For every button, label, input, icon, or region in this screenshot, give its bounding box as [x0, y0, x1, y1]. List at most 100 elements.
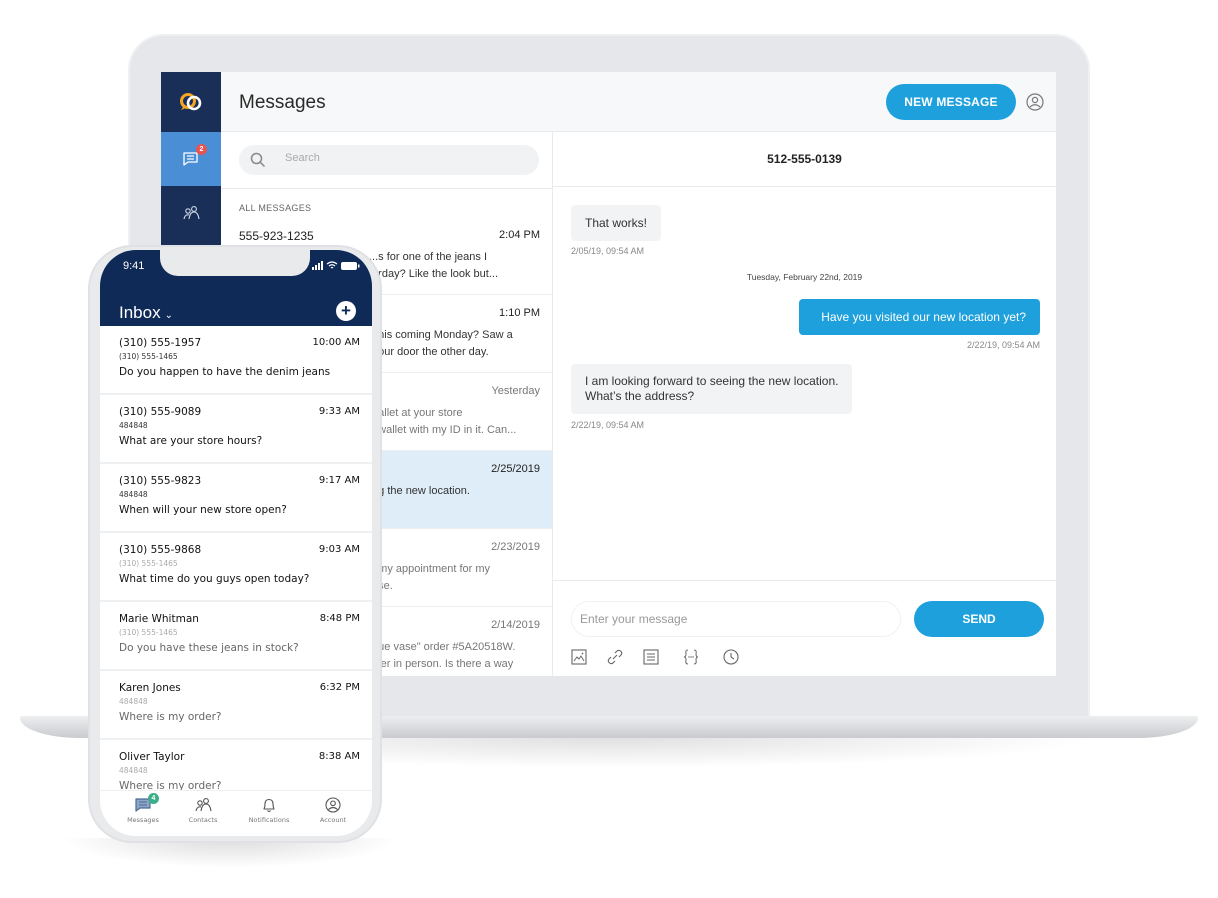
mobile-conversation-item[interactable]: Marie Whitman 8:48 PM (310) 555-1465 Do … [100, 602, 372, 671]
conversation-subline: 484848 [119, 421, 148, 430]
message-timestamp: 2/05/19, 09:54 AM [571, 246, 645, 256]
tab-messages[interactable]: 4 Messages [113, 793, 173, 833]
tab-label: Account [319, 816, 347, 824]
preview-line: ...ler in person. Is there a way [369, 658, 514, 670]
mobile-conversation-item[interactable]: (310) 555-1957 10:00 AM (310) 555-1465 D… [100, 326, 372, 395]
sidebar-item-contacts[interactable] [161, 186, 221, 240]
conversation-name: Marie Whitman [119, 613, 199, 625]
search-icon [250, 152, 266, 168]
link-icon[interactable] [606, 648, 624, 666]
preview-line: ...my appointment for my [369, 563, 491, 575]
preview-line: ...s for one of the jeans I [369, 251, 488, 263]
preview-line: ...ue vase" order #5A20518W. [369, 641, 516, 653]
conversation-time: Yesterday [491, 385, 540, 397]
message-timestamp: 2/22/19, 09:54 AM [966, 340, 1040, 350]
image-icon[interactable] [570, 648, 588, 666]
mobile-tab-bar: 4 Messages Contacts Notifications Accoun… [100, 790, 372, 836]
search-bar[interactable] [239, 145, 539, 175]
account-icon[interactable] [1026, 93, 1044, 111]
bell-icon [263, 798, 275, 813]
conversation-subline: 484848 [119, 697, 148, 706]
conversation-preview: Where is my order? [119, 711, 222, 723]
conversation-name: (310) 555-9823 [119, 475, 202, 487]
contacts-icon [195, 798, 212, 812]
search-input[interactable] [285, 152, 515, 164]
divider [221, 188, 552, 189]
conversation-name: (310) 555-9868 [119, 544, 202, 556]
inbox-title: Inbox [119, 303, 161, 322]
template-icon[interactable] [642, 648, 660, 666]
conversation-name: Oliver Taylor [119, 751, 185, 763]
conversation-preview: Do you happen to have the denim jeans [119, 366, 331, 378]
message-bubble-incoming: I am looking forward to seeing the new l… [571, 364, 853, 414]
tab-notifications[interactable]: Notifications [239, 795, 299, 833]
variable-icon[interactable] [682, 648, 700, 666]
conversation-time: 2/25/2019 [491, 463, 540, 475]
message-line: What’s the address? [585, 389, 695, 403]
preview-line: ...our door the other day. [369, 346, 489, 358]
unread-badge: 4 [148, 793, 159, 804]
conversation-name: 555-923-1235 [239, 229, 314, 243]
conversation-time: 2:04 PM [499, 229, 540, 241]
tab-label: Contacts [188, 816, 218, 824]
inbox-dropdown[interactable]: Inbox ⌄ [119, 303, 173, 323]
conversation-preview: What time do you guys open today? [119, 573, 310, 585]
mobile-conversation-item[interactable]: (310) 555-9089 9:33 AM 484848 What are y… [100, 395, 372, 464]
conversation-time: 10:00 AM [312, 337, 360, 348]
conversation-subline: (310) 555-1465 [119, 559, 178, 568]
conversation-time: 2/23/2019 [491, 541, 540, 553]
chat-pane: 512-555-0139 That works! 2/05/19, 09:54 … [553, 132, 1056, 676]
unread-badge: 2 [196, 144, 207, 155]
status-time: 9:41 [123, 260, 145, 272]
mobile-conversation-item[interactable]: Karen Jones 6:32 PM 484848 Where is my o… [100, 671, 372, 740]
preview-line: ...se. [369, 578, 539, 595]
new-message-button[interactable]: NEW MESSAGE [886, 84, 1016, 120]
message-timestamp: 2/22/19, 09:54 AM [571, 420, 645, 430]
message-bubble-incoming: That works! [571, 205, 662, 241]
section-label: ALL MESSAGES [239, 203, 312, 213]
mobile-app: 9:41 Inbox ⌄ + (310) 555-1957 10:00 AM (3… [100, 250, 372, 836]
chat-header: 512-555-0139 [553, 132, 1056, 187]
conversation-time: 2/14/2019 [491, 619, 540, 631]
conversation-time: 9:33 AM [318, 406, 360, 417]
mobile-header: 9:41 Inbox ⌄ + [100, 250, 372, 326]
message-bubble-outgoing: Have you visited our new location yet? [799, 299, 1040, 335]
tab-label: Messages [127, 816, 159, 824]
message-composer: SEND [553, 580, 1056, 676]
account-icon [325, 797, 341, 813]
tab-account[interactable]: Account [303, 795, 363, 833]
preview-line: ...allet at your store [369, 407, 463, 419]
app-logo[interactable] [161, 72, 221, 132]
conversation-subline: (310) 555-1465 [119, 628, 178, 637]
top-header: Messages NEW MESSAGE [221, 72, 1056, 132]
conversation-time: 6:32 PM [319, 682, 360, 693]
tab-label: Notifications [248, 816, 290, 824]
message-line: I am looking forward to seeing the new l… [585, 374, 839, 388]
conversation-name: (310) 555-1957 [119, 337, 202, 349]
conversation-subline: (310) 555-1465 [119, 352, 178, 361]
contacts-icon [183, 206, 200, 220]
tab-contacts[interactable]: Contacts [173, 795, 233, 833]
compose-plus-icon[interactable]: + [336, 301, 356, 321]
status-icons [312, 261, 360, 270]
page-title: Messages [239, 92, 326, 113]
message-input[interactable] [571, 601, 901, 637]
date-separator: Tuesday, February 22nd, 2019 [746, 272, 863, 282]
conversation-subline: 484848 [119, 766, 148, 775]
conversation-name: (310) 555-9089 [119, 406, 202, 418]
send-button[interactable]: SEND [914, 601, 1044, 637]
chat-contact-number: 512-555-0139 [767, 152, 842, 166]
chevron-down-icon: ⌄ [164, 310, 173, 321]
preview-line: ...g the new location. [369, 485, 470, 497]
conversation-time: 9:03 AM [318, 544, 360, 555]
conversation-time: 8:48 PM [319, 613, 360, 624]
mobile-conversation-item[interactable]: (310) 555-9868 9:03 AM (310) 555-1465 Wh… [100, 533, 372, 602]
conversation-time: 9:17 AM [318, 475, 360, 486]
conversation-subline: 484848 [119, 490, 148, 499]
schedule-icon[interactable] [722, 648, 740, 666]
phone-notch [160, 250, 310, 276]
preview-line: ...his coming Monday? Saw a [369, 329, 513, 341]
sidebar-item-messages[interactable]: 2 [161, 132, 221, 186]
preview-line: ...wallet with my ID in it. Can... [369, 424, 517, 436]
mobile-conversation-item[interactable]: (310) 555-9823 9:17 AM 484848 When will … [100, 464, 372, 533]
